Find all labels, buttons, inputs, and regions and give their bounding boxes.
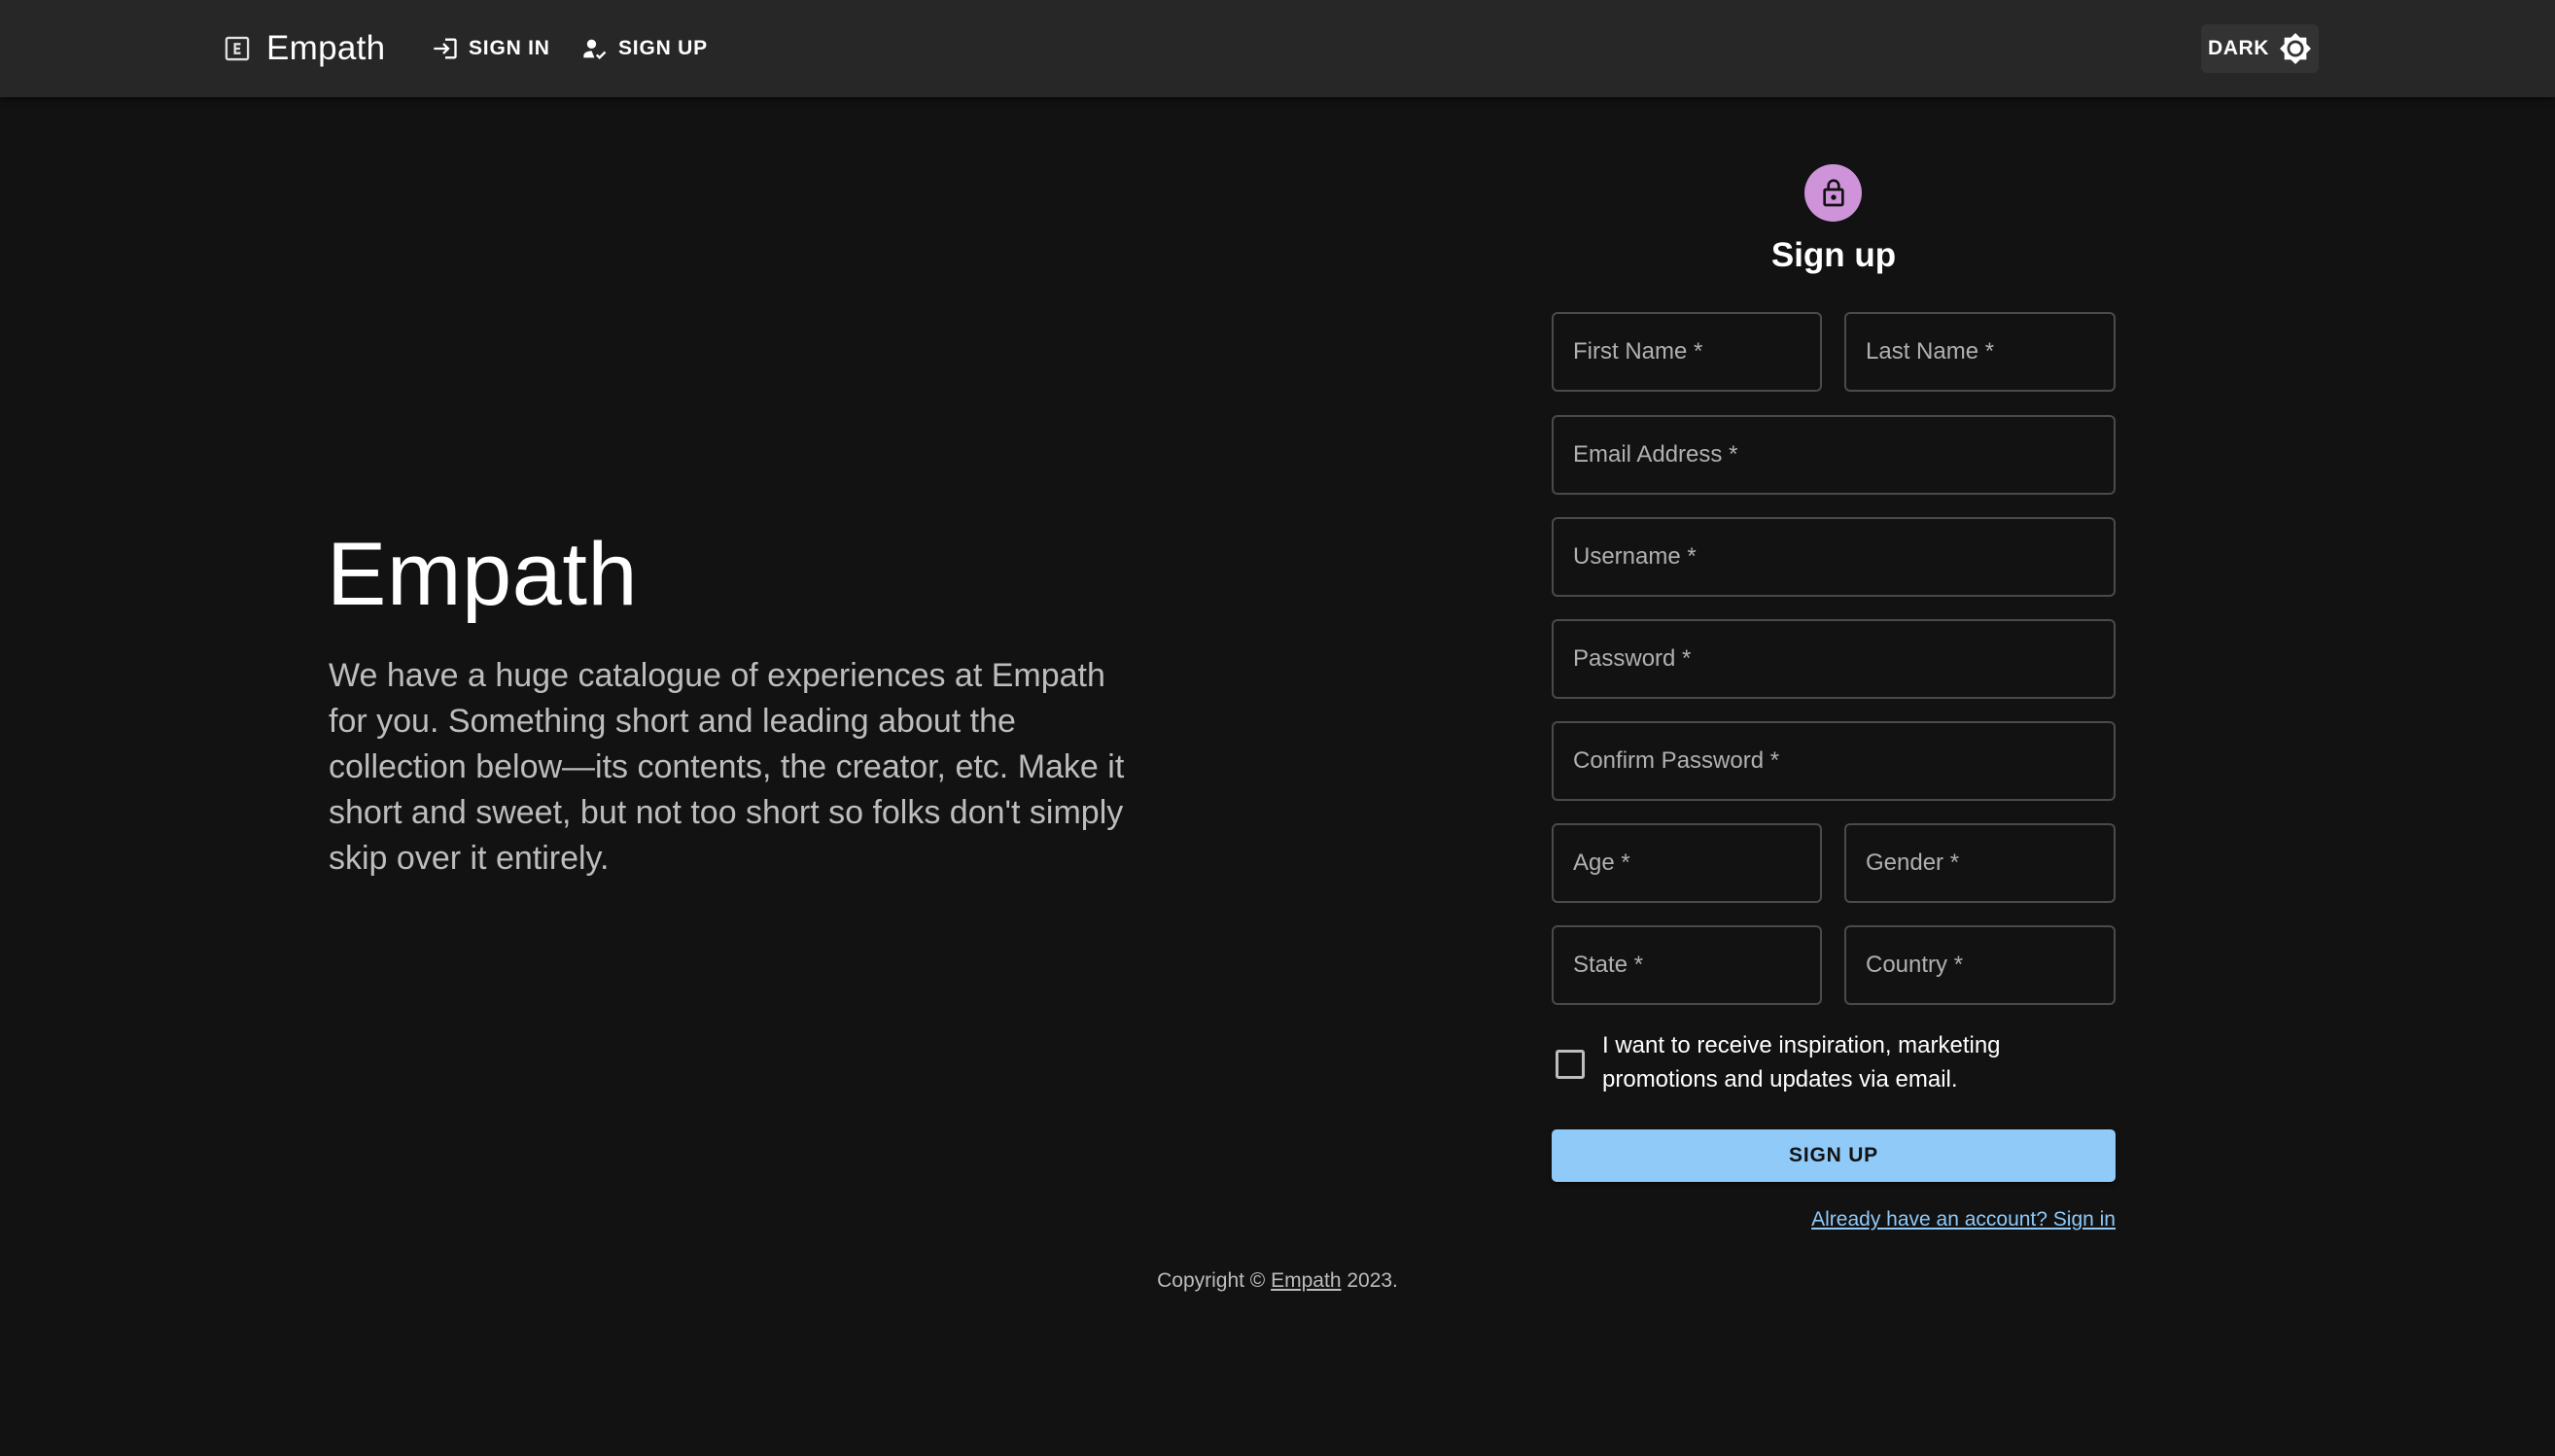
age-field[interactable] <box>1552 823 1822 903</box>
hero-description: We have a huge catalogue of experiences … <box>329 657 1125 877</box>
brand[interactable]: Empath <box>224 27 385 70</box>
first-name-field[interactable] <box>1552 312 1822 392</box>
copyright-brand-link[interactable]: Empath <box>1271 1269 1341 1292</box>
lock-icon <box>1822 178 1844 206</box>
form-title: Sign up <box>1770 236 1897 274</box>
theme-toggle-label: DARK <box>2207 37 2270 59</box>
marketing-checkbox[interactable] <box>1556 1050 1585 1079</box>
last-name-field[interactable] <box>1844 312 2116 392</box>
brand-name: Empath <box>266 29 386 67</box>
email-field[interactable] <box>1552 415 2116 495</box>
person-add-icon <box>583 39 607 59</box>
copyright-prefix: Copyright © <box>1157 1269 1266 1292</box>
brightness-icon <box>2280 32 2312 65</box>
sign-up-submit-button[interactable]: SIGN UP <box>1552 1129 2116 1182</box>
nav-sign-up-label: SIGN UP <box>618 37 708 59</box>
marketing-opt-in: I want to receive inspiration, marketing… <box>1552 1028 2116 1096</box>
brand-logo-icon <box>225 36 250 61</box>
password-field[interactable] <box>1552 619 2116 699</box>
hero-title: Empath <box>327 525 639 624</box>
app-bar: Empath SIGN IN SIGN UP DARK <box>0 0 2555 97</box>
marketing-checkbox-label: I want to receive inspiration, marketing… <box>1602 1032 2001 1092</box>
nav-sign-in-button[interactable]: SIGN IN <box>432 29 550 68</box>
confirm-password-field[interactable] <box>1552 721 2116 801</box>
nav-sign-in-label: SIGN IN <box>469 37 550 59</box>
sign-in-link[interactable]: Already have an account? Sign in <box>1811 1208 2116 1231</box>
theme-toggle-button[interactable]: DARK <box>2201 24 2319 73</box>
copyright: Copyright © Empath 2023. <box>0 1269 2555 1293</box>
nav-sign-up-button[interactable]: SIGN UP <box>581 29 708 68</box>
country-field[interactable] <box>1844 925 2116 1005</box>
gender-field[interactable] <box>1844 823 2116 903</box>
login-icon <box>434 38 457 59</box>
copyright-year: 2023. <box>1347 1269 1398 1292</box>
username-field[interactable] <box>1552 517 2116 597</box>
lock-avatar <box>1804 164 1862 222</box>
state-field[interactable] <box>1552 925 1822 1005</box>
